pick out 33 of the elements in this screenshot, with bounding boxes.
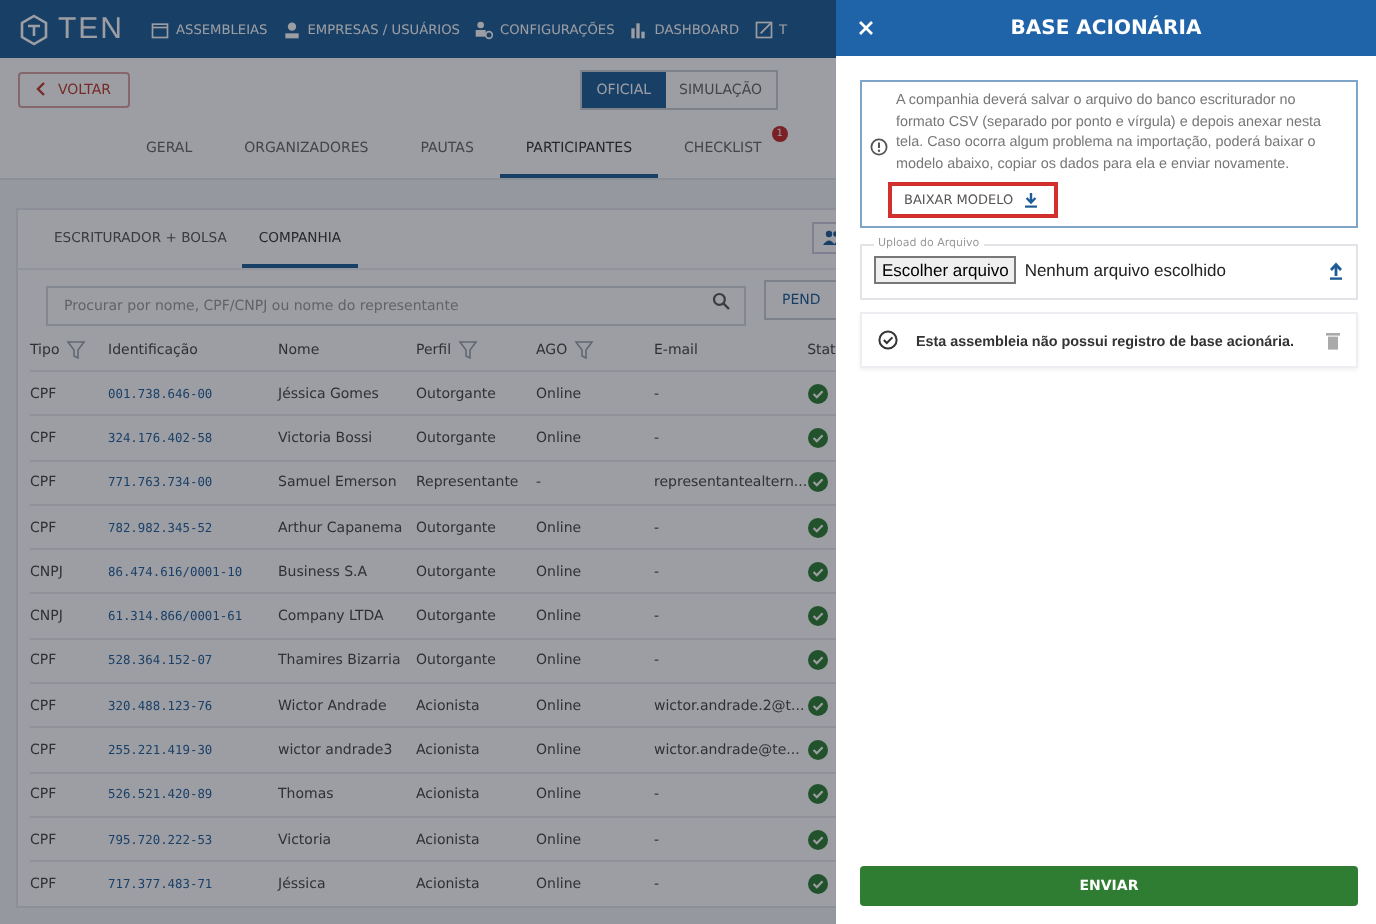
filter-icon[interactable] [65, 340, 86, 360]
check-circle-icon [807, 606, 828, 627]
check-circle-icon [807, 427, 828, 448]
upload-icon[interactable] [1328, 261, 1344, 279]
person-icon [281, 19, 302, 39]
people-icon [822, 230, 836, 246]
check-circle-icon [807, 517, 828, 538]
check-circle-icon [807, 740, 828, 761]
check-circle-icon [807, 472, 828, 493]
info-icon [870, 138, 888, 156]
logo-icon [18, 13, 50, 45]
check-circle-icon [878, 330, 898, 350]
logo-text: TEN [58, 12, 124, 46]
check-circle-icon [807, 829, 828, 850]
check-circle-icon [807, 784, 828, 805]
bar-chart-icon [628, 19, 649, 39]
check-circle-icon [807, 873, 828, 894]
download-icon [1023, 192, 1038, 208]
close-icon [858, 20, 874, 36]
chevron-left-icon [36, 82, 46, 96]
external-link-icon [753, 19, 774, 39]
check-circle-icon [807, 695, 828, 716]
drawer-title: BASE ACIONÁRIA [1010, 17, 1202, 39]
check-circle-icon [807, 383, 828, 404]
choose-file-button[interactable]: Escolher arquivo [874, 256, 1017, 284]
calendar-icon [150, 19, 170, 39]
filter-icon[interactable] [457, 340, 478, 360]
file-status: Nenhum arquivo escolhido [1024, 260, 1228, 280]
check-circle-icon [807, 650, 828, 671]
check-circle-icon [807, 561, 828, 582]
trash-icon[interactable] [1326, 331, 1340, 349]
filter-icon[interactable] [573, 340, 594, 360]
search-icon[interactable] [712, 291, 730, 309]
